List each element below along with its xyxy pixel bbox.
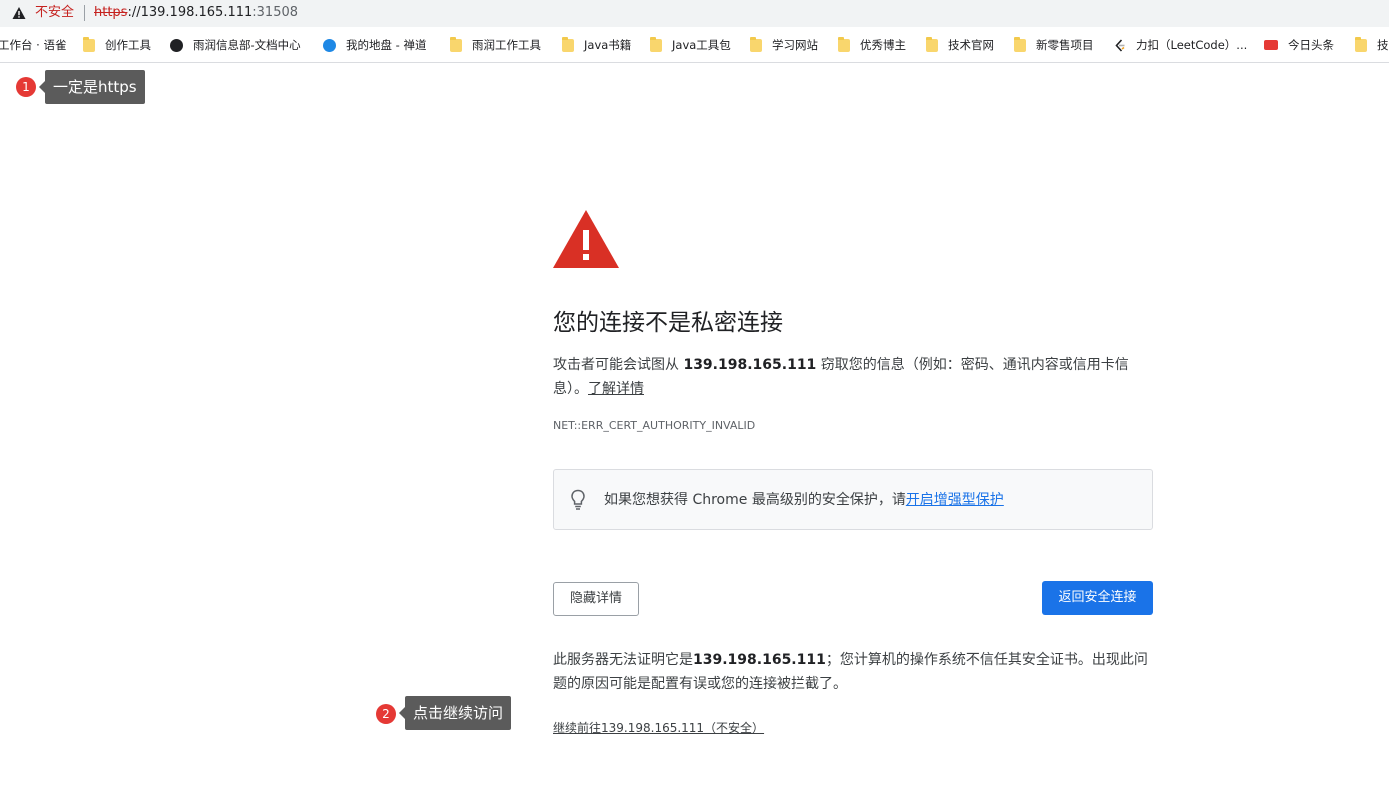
annotation-badge-2: 2: [376, 704, 396, 724]
folder-icon: [450, 36, 462, 52]
bookmark-label: 力扣（LeetCode）...: [1136, 38, 1248, 52]
bookmark-label: 技: [1377, 38, 1389, 52]
bookmark-creation-tools[interactable]: 创作工具: [83, 36, 151, 53]
folder-icon: [838, 36, 850, 52]
url-text[interactable]: https://139.198.165.111:31508: [94, 5, 298, 21]
warning-triangle-icon: [553, 210, 619, 268]
bookmark-bloggers[interactable]: 优秀博主: [838, 36, 906, 53]
bookmark-label: Java工具包: [672, 38, 731, 52]
bookmark-label: 雨润信息部-文档中心: [193, 38, 301, 52]
folder-icon: [1355, 36, 1367, 52]
hide-details-button[interactable]: 隐藏详情: [553, 582, 639, 616]
toutiao-icon: [1264, 40, 1278, 50]
bookmark-label: 今日头条: [1288, 38, 1334, 52]
folder-icon: [750, 36, 762, 52]
bookmark-yuque[interactable]: 工作台 · 语雀: [0, 37, 66, 53]
page-title: 您的连接不是私密连接: [553, 310, 783, 336]
bookmark-leetcode[interactable]: 力扣（LeetCode）...: [1114, 37, 1247, 53]
folder-icon: [1014, 36, 1026, 52]
url-scheme: https: [94, 5, 128, 20]
leetcode-icon: [1115, 38, 1125, 52]
bookmark-label: 技术官网: [948, 38, 994, 52]
bookmarks-bar: 工作台 · 语雀 创作工具 雨润信息部-文档中心 我的地盘 - 禅道 雨润工作工…: [0, 27, 1389, 63]
folder-icon: [926, 36, 938, 52]
bookmark-label: 新零售项目: [1036, 38, 1094, 52]
bookmark-work-tools[interactable]: 雨润工作工具: [450, 36, 541, 53]
bookmark-overflow[interactable]: 技: [1355, 36, 1389, 53]
bookmark-java-books[interactable]: Java书籍: [562, 36, 632, 53]
warning-icon[interactable]: [12, 6, 26, 20]
bookmark-zentao[interactable]: 我的地盘 - 禅道: [323, 37, 426, 53]
enhanced-protection-box: 如果您想获得 Chrome 最高级别的安全保护，请开启增强型保护: [553, 469, 1153, 530]
proceed-unsafe-link[interactable]: 继续前往139.198.165.111（不安全）: [553, 719, 764, 737]
enhanced-protection-text: 如果您想获得 Chrome 最高级别的安全保护，请开启增强型保护: [604, 490, 1004, 510]
globe-icon: [170, 38, 183, 52]
back-to-safety-button[interactable]: 返回安全连接: [1042, 581, 1153, 615]
folder-icon: [83, 36, 95, 52]
address-divider: [84, 5, 85, 21]
bookmark-tech-sites[interactable]: 技术官网: [926, 36, 994, 53]
bookmark-toutiao[interactable]: 今日头条: [1264, 37, 1334, 53]
bookmark-java-toolkit[interactable]: Java工具包: [650, 36, 731, 53]
bookmark-label: Java书籍: [584, 38, 632, 52]
zentao-icon: [323, 38, 336, 52]
address-bar[interactable]: 不安全 https://139.198.165.111:31508: [0, 0, 1389, 27]
lightbulb-icon: [571, 489, 585, 510]
bookmark-label: 学习网站: [772, 38, 818, 52]
bookmark-retail-project[interactable]: 新零售项目: [1014, 36, 1094, 53]
desc-host: 139.198.165.111: [683, 357, 817, 373]
security-status-label[interactable]: 不安全: [35, 5, 74, 21]
bookmark-label: 我的地盘 - 禅道: [346, 38, 427, 52]
warning-description: 攻击者可能会试图从 139.198.165.111 窃取您的信息（例如：密码、通…: [553, 353, 1153, 401]
bookmark-label: 工作台 · 语雀: [0, 38, 67, 52]
url-separator: ://: [127, 5, 141, 20]
detail-host: 139.198.165.111: [693, 652, 826, 668]
folder-icon: [650, 36, 662, 52]
url-port: :31508: [252, 5, 299, 20]
annotation-badge-1: 1: [16, 77, 36, 97]
bookmark-learning-sites[interactable]: 学习网站: [750, 36, 818, 53]
bookmark-doc-center[interactable]: 雨润信息部-文档中心: [170, 37, 301, 53]
annotation-tooltip-1: 一定是https: [39, 70, 145, 104]
bookmark-label: 优秀博主: [860, 38, 906, 52]
url-host: 139.198.165.111: [140, 5, 253, 20]
tip-text: 如果您想获得 Chrome 最高级别的安全保护，请: [604, 492, 906, 508]
bookmark-label: 雨润工作工具: [472, 38, 541, 52]
enhanced-protection-link[interactable]: 开启增强型保护: [906, 492, 1004, 508]
annotation-tooltip-2: 点击继续访问: [398, 696, 512, 730]
folder-icon: [562, 36, 574, 52]
error-code[interactable]: NET::ERR_CERT_AUTHORITY_INVALID: [553, 418, 755, 434]
detail-text-before: 此服务器无法证明它是: [553, 652, 693, 668]
desc-text-before: 攻击者可能会试图从: [553, 357, 684, 373]
bookmark-label: 创作工具: [105, 38, 151, 52]
details-explanation: 此服务器无法证明它是139.198.165.111；您计算机的操作系统不信任其安…: [553, 648, 1153, 696]
learn-more-link[interactable]: 了解详情: [588, 381, 644, 397]
